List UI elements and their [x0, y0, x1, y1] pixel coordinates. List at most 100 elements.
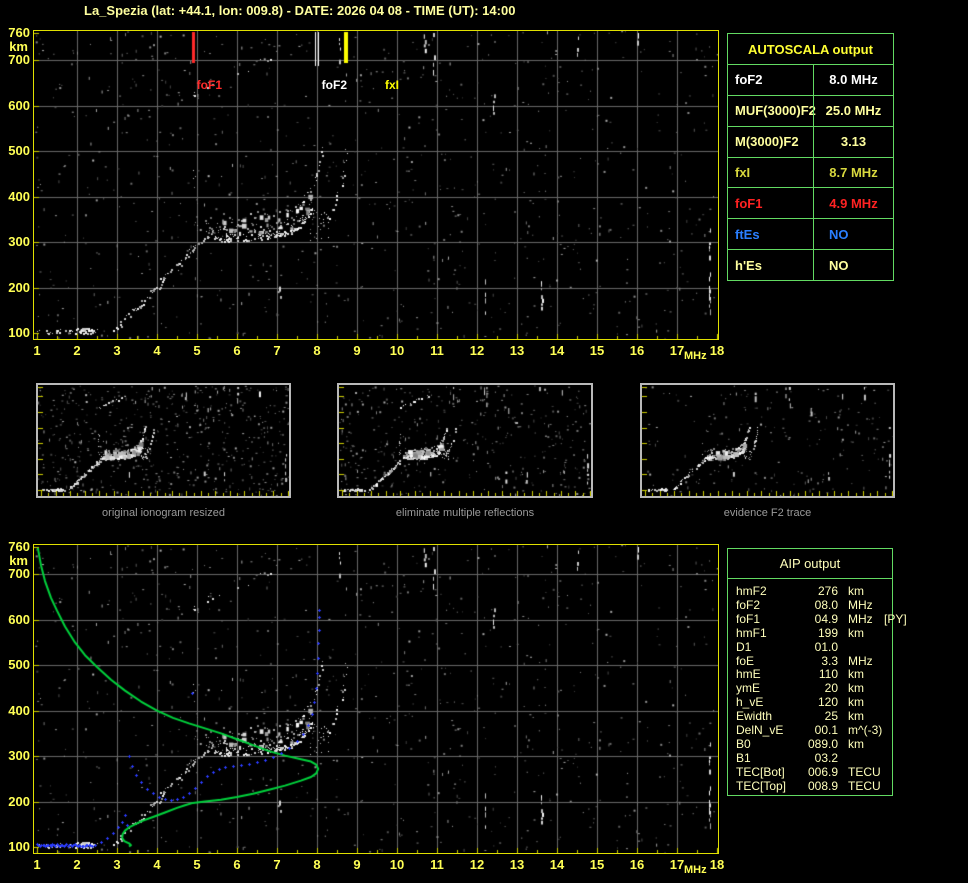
aip-cell	[884, 780, 888, 794]
fof2-marker-label: foF2	[321, 78, 347, 92]
x-tick-label: 14	[549, 857, 565, 872]
autoscala-param-value: 4.9 MHz	[813, 188, 893, 219]
aip-cell	[884, 627, 888, 641]
y-tick-label: 400	[8, 188, 30, 204]
thumbnail-caption-original: original ionogram resized	[102, 507, 225, 519]
aip-cell: D1	[736, 639, 752, 654]
aip-cell: 25	[824, 709, 838, 724]
x-tick-label: 5	[193, 343, 201, 358]
x-axis-unit-label: MHz	[684, 350, 707, 362]
aip-cell: 008.9	[807, 778, 838, 793]
aip-cell: TECU	[848, 778, 881, 793]
y-tick-label: 700	[8, 566, 30, 582]
fof1-marker-label: foF1	[196, 78, 222, 92]
y-tick-label: 700	[8, 52, 30, 68]
top-ionogram-canvas	[34, 31, 718, 339]
aip-cell: km	[848, 709, 864, 724]
aip-cell: hmF2	[736, 584, 767, 598]
y-tick-label: 200	[8, 793, 30, 809]
aip-row-hme: hmE 110 km	[736, 668, 888, 682]
aip-cell	[884, 696, 888, 710]
x-tick-label: 9	[353, 857, 361, 872]
x-tick-label: 8	[313, 343, 321, 358]
autoscala-param-value: NO	[813, 250, 893, 280]
y-tick-label: 400	[8, 702, 30, 718]
y-tick-label: 200	[8, 279, 30, 295]
x-tick-label: 1	[33, 857, 41, 872]
autoscala-table: AUTOSCALA output foF2 8.0 MHz MUF(3000)F2 2…	[727, 33, 894, 281]
x-tick-label: 4	[153, 343, 161, 358]
aip-cell: DelN_vE	[736, 723, 784, 738]
x-tick-label: 16	[629, 857, 645, 872]
aip-cell: Ewidth	[736, 709, 773, 724]
aip-row-tectop: TEC[Top] 008.9 TECU	[736, 778, 888, 794]
aip-cell: hmE	[736, 667, 761, 682]
x-tick-label: 14	[549, 343, 565, 358]
thumbnail-evidence-f2	[640, 383, 895, 498]
aip-cell: 110	[818, 667, 838, 682]
y-axis-unit-label: km	[9, 553, 28, 568]
aip-row-hve: h_vE 120 km	[736, 695, 888, 710]
aip-row-hmf1: hmF1 199 km	[736, 625, 888, 641]
autoscala-row-ftes: ftEs NO	[728, 218, 893, 250]
aip-cell: TEC[Bot]	[736, 764, 785, 779]
autoscala-param-label: foF1	[735, 195, 763, 211]
x-tick-label: 7	[273, 343, 281, 358]
x-tick-label: 2	[73, 857, 81, 872]
aip-cell	[884, 682, 888, 696]
autoscala-param-value: 25.0 MHz	[813, 95, 893, 126]
aip-cell: TECU	[848, 764, 881, 779]
x-tick-label: 12	[469, 857, 485, 872]
aip-cell	[884, 641, 888, 655]
aip-row-delnve: DelN_vE 00.1 m^(-3)	[736, 723, 888, 738]
aip-row-foe: foE 3.3 MHz	[736, 653, 888, 669]
y-tick-label: 600	[8, 611, 30, 627]
autoscala-row-fxi: fxI 8.7 MHz	[728, 156, 893, 188]
aip-row-b1: B1 03.2	[736, 751, 888, 766]
x-tick-label: 11	[430, 343, 444, 358]
aip-cell: 20	[824, 681, 838, 696]
autoscala-row-hes: h'Es NO	[728, 249, 893, 280]
aip-cell: foE	[736, 653, 755, 668]
aip-row-b0: B0 089.0 km	[736, 736, 888, 752]
x-tick-label: 6	[233, 343, 241, 358]
aip-cell	[884, 599, 888, 613]
aip-table-rows: hmF2 276 km foF2 08.0 MHz foF1 04.9 MHz [PY] hmF1 1…	[728, 579, 907, 794]
autoscala-param-value: 3.13	[813, 126, 893, 157]
aip-cell: MHz	[848, 611, 873, 626]
aip-cell: MHz	[848, 653, 873, 668]
aip-cell: 006.9	[807, 764, 838, 779]
y-tick-label: 300	[8, 234, 30, 250]
aip-cell: km	[848, 584, 864, 598]
aip-cell: km	[848, 681, 864, 696]
aip-cell: TEC[Top]	[736, 778, 787, 793]
autoscala-param-label: ftEs	[735, 226, 760, 242]
aip-cell: 04.9	[814, 611, 838, 626]
autoscala-param-label: foF2	[735, 72, 763, 88]
autoscala-param-value: 8.7 MHz	[813, 157, 893, 188]
thumbnail-eliminate-reflections	[337, 383, 593, 498]
x-tick-label: 7	[273, 857, 281, 872]
y-tick-label: 500	[8, 657, 30, 673]
aip-cell: 089.0	[807, 736, 838, 751]
aip-cell: hmF1	[736, 625, 767, 640]
x-tick-label: 6	[233, 857, 241, 872]
aip-table-header: AIP output	[728, 549, 892, 579]
x-tick-label: 18	[709, 857, 725, 872]
aip-cell: foF2	[736, 597, 761, 612]
bottom-ionogram-canvas	[34, 545, 718, 853]
x-tick-label: 12	[469, 343, 485, 358]
thumbnail-caption-eliminate: eliminate multiple reflections	[395, 507, 535, 519]
x-tick-label: 2	[73, 343, 81, 358]
y-tick-label: 600	[8, 97, 30, 113]
aip-cell: 276	[817, 584, 838, 598]
autoscala-param-label: h'Es	[735, 257, 762, 273]
aip-row-ewidth: Ewidth 25 km	[736, 709, 888, 724]
aip-cell: km	[848, 667, 864, 682]
aip-row-tecbot: TEC[Bot] 006.9 TECU	[736, 764, 888, 780]
x-tick-label: 15	[589, 343, 605, 358]
aip-cell: km	[848, 736, 864, 751]
aip-cell: 08.0	[814, 597, 838, 612]
y-tick-label: 500	[8, 143, 30, 159]
autoscala-param-value: NO	[813, 219, 893, 250]
